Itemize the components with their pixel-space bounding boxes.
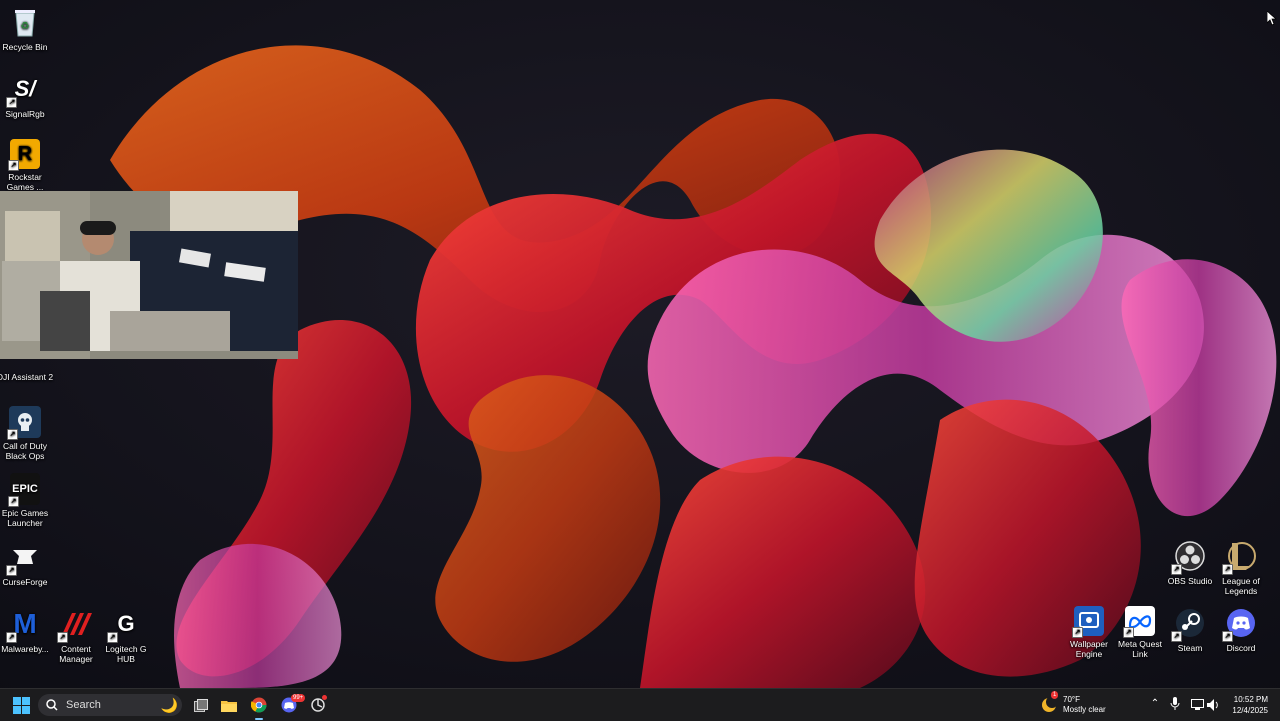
rockstar-icon: R ↗ [8,139,40,171]
weather-temperature: 70°F [1063,695,1080,704]
desktop-icon-label: SignalRgb [5,109,45,119]
network-icon[interactable] [1191,698,1204,716]
discord-icon: ↗ [1222,606,1258,642]
desktop-icon-call-of-duty[interactable]: ↗ Call of Duty Black Ops [0,406,55,461]
microphone-tray-icon[interactable] [1170,697,1180,716]
league-icon: ↗ [1222,539,1258,575]
epic-games-icon: EPIC ↗ [8,473,40,507]
desktop-icon-signalrgb[interactable]: S/↗ SignalRgb [0,72,55,120]
curseforge-icon: ↗ [6,540,42,576]
search-highlight-icon: 🌙 [160,696,178,713]
windows-icon [12,696,30,714]
desktop-icon-label: Epic Games Launcher [1,508,49,528]
start-button[interactable] [7,689,35,721]
taskbar-app-misc[interactable] [304,689,332,721]
taskbar-file-explorer[interactable] [215,689,243,721]
folder-icon [221,700,237,712]
signalrgb-icon: S/↗ [6,72,42,108]
clock-date: 12/4/2025 [1232,706,1268,715]
steam-icon: ↗ [1171,606,1207,642]
content-manager-icon: ↗ [57,607,93,643]
desktop-icon-discord[interactable]: ↗ Discord [1211,606,1271,653]
weather-condition: Mostly clear [1063,705,1106,714]
desktop-icon-rockstar[interactable]: R ↗ Rockstar Games ... [0,139,55,192]
desktop-icon-label: Rockstar Games ... [6,172,44,192]
webcam-overlay [0,191,298,359]
show-hidden-icons-button[interactable]: ⌃ [1148,698,1162,712]
clock-time: 10:52 PM [1233,695,1268,704]
recycle-bin-icon: ♻ [8,5,42,39]
desktop-icon-label: League of Legends [1222,576,1260,596]
webcam-feed-image [0,191,298,359]
mouse-cursor-icon [1267,11,1277,26]
desktop-icon-label: Logitech G HUB [105,644,147,664]
desktop-icon-curseforge[interactable]: ↗ CurseForge [0,540,55,587]
logitech-icon: G ↗ [107,607,143,643]
taskbar-chrome[interactable] [245,689,273,721]
taskbar-search-box[interactable]: Search 🌙 [38,694,182,716]
clock[interactable]: 10:52 PM 12/4/2025 [1222,694,1268,716]
desktop-icon-logitech[interactable]: G ↗ Logitech G HUB [96,607,156,665]
desktop-icon-label: Discord [1226,643,1256,653]
desktop-icon-dji[interactable]: DJI Assistant 2 [0,360,55,382]
search-icon [46,699,58,711]
desktop-icon-label: DJI Assistant 2 [0,372,54,382]
meta-icon: ↗ [1123,606,1155,638]
wallpaper-engine-icon: ↗ [1072,606,1104,638]
obs-icon: ↗ [1171,539,1207,575]
desktop-icon-label: Call of Duty Black Ops [3,441,47,461]
call-of-duty-icon: ↗ [7,406,41,440]
taskbar: Search 🌙 99+ 1 70°F Mostly clear ⌃ 10:52… [0,688,1280,721]
desktop-icon-label: Recycle Bin [2,42,48,52]
volume-icon[interactable] [1207,698,1220,716]
desktop-icon-label: CurseForge [2,577,48,587]
task-view-button[interactable] [187,689,215,721]
desktop-icon-league[interactable]: ↗ League of Legends [1211,539,1271,596]
chrome-icon [251,697,267,713]
desktop-icon-recycle-bin[interactable]: ♻ Recycle Bin [0,5,55,52]
svg-text:♻: ♻ [21,21,30,32]
task-view-icon [194,698,208,712]
malwarebytes-icon: M ↗ [6,607,42,643]
taskbar-discord[interactable]: 99+ [275,689,306,721]
desktop-icon-epic-games[interactable]: EPIC ↗ Epic Games Launcher [0,473,55,528]
weather-widget[interactable]: 1 70°F Mostly clear [1040,691,1120,718]
search-placeholder: Search [66,699,101,711]
notification-bell-icon[interactable] [1272,699,1278,711]
chevron-up-icon: ⌃ [1150,698,1160,709]
